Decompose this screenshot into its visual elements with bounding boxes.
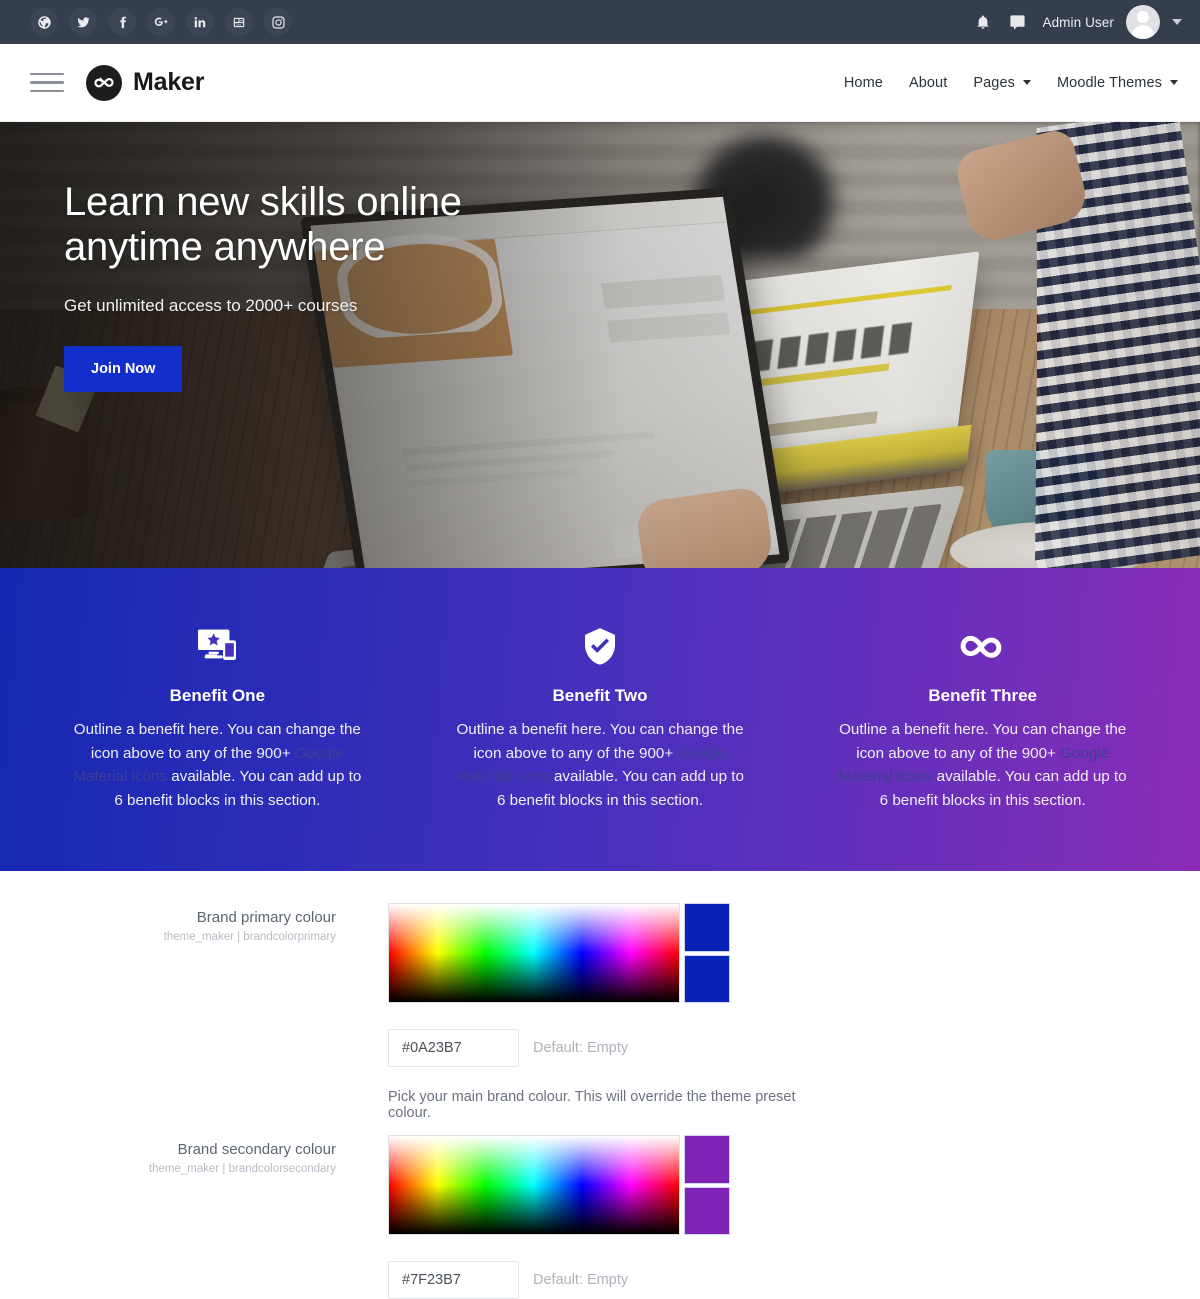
chat-bubble-icon[interactable] — [1000, 5, 1034, 39]
benefit-title: Benefit Three — [928, 686, 1037, 705]
colour-hex-row: Default: Empty — [388, 1029, 802, 1067]
benefit-title: Benefit One — [169, 686, 266, 705]
chevron-down-icon — [1022, 80, 1031, 85]
setting-sublabel: theme_maker | brandcolorsecondary — [148, 1163, 336, 1175]
nav-link-label: Moodle Themes — [1056, 74, 1162, 91]
globe-icon[interactable] — [30, 8, 58, 36]
brand-primary-colour-input[interactable] — [388, 1029, 519, 1067]
setting-label: Brand secondary colour — [177, 1141, 336, 1158]
benefit-text: Outline a benefit here. You can change t… — [833, 718, 1133, 812]
setting-help-text: Pick your main brand colour. This will o… — [388, 1089, 796, 1121]
selected-colour-swatch[interactable] — [684, 954, 730, 1003]
setting-label-col: Brand primary colour theme_maker | brand… — [0, 903, 362, 943]
main-navbar: Maker Home About Pages Moodle Themes — [0, 44, 1200, 122]
join-now-button[interactable]: Join Now — [64, 345, 183, 392]
hero-content: Learn new skills online anytime anywhere… — [0, 122, 1200, 392]
instagram-icon[interactable] — [264, 8, 292, 36]
nav-link-about[interactable]: About — [909, 75, 947, 91]
user-name-label: Admin User — [1042, 14, 1114, 30]
benefit-block-two: Benefit Two Outline a benefit here. You … — [409, 624, 792, 812]
setting-row-brand-secondary-colour: Brand secondary colour theme_maker | bra… — [0, 1121, 1200, 1299]
benefit-title: Benefit Two — [552, 686, 648, 705]
hero-section: Learn new skills online anytime anywhere… — [0, 122, 1200, 568]
bell-icon[interactable] — [966, 5, 1000, 39]
nav-link-home[interactable]: Home — [844, 75, 883, 91]
linkedin-icon[interactable] — [186, 8, 214, 36]
nav-link-pages[interactable]: Pages — [973, 75, 1031, 91]
setting-sublabel: theme_maker | brandcolorprimary — [163, 931, 336, 943]
benefit-block-three: Benefit Three Outline a benefit here. Yo… — [791, 624, 1174, 812]
theme-settings-form: Brand primary colour theme_maker | brand… — [0, 871, 1200, 1299]
chevron-down-icon — [1170, 80, 1178, 85]
google-plus-icon[interactable] — [147, 8, 175, 36]
default-value-label: Default: Empty — [533, 1040, 629, 1056]
selected-colour-swatch[interactable] — [684, 1186, 730, 1235]
setting-label: Brand primary colour — [196, 909, 336, 926]
facebook-icon[interactable] — [108, 8, 136, 36]
nav-link-label: About — [908, 74, 948, 91]
nav-link-label: Pages — [973, 74, 1015, 91]
current-colour-swatch[interactable] — [684, 903, 730, 952]
chevron-down-icon[interactable] — [1172, 19, 1182, 25]
colour-picker-swatches — [684, 903, 730, 1003]
benefit-text: Outline a benefit here. You can change t… — [67, 718, 367, 812]
svg-text:Tube: Tube — [236, 22, 242, 26]
colour-picker[interactable] — [388, 1135, 802, 1235]
benefit-block-one: Benefit One Outline a benefit here. You … — [26, 624, 409, 812]
benefit-text: Outline a benefit here. You can change t… — [450, 718, 750, 812]
twitter-icon[interactable] — [69, 8, 97, 36]
youtube-icon[interactable]: Tube — [225, 8, 253, 36]
nav-link-moodle-themes[interactable]: Moodle Themes — [1057, 75, 1178, 91]
hero-title: Learn new skills online anytime anywhere — [64, 180, 462, 269]
infinity-icon — [86, 64, 122, 101]
brand-name: Maker — [133, 68, 205, 96]
nav-link-label: Home — [843, 74, 883, 91]
hamburger-menu-icon[interactable] — [30, 72, 64, 93]
setting-field-col: Default: Empty Pick your main brand colo… — [362, 903, 802, 1121]
all-inclusive-infinity-icon — [809, 624, 1156, 668]
top-utility-bar: Tube Admin User — [0, 0, 1200, 44]
verified-user-shield-icon — [427, 624, 774, 668]
nav-links: Home About Pages Moodle Themes — [844, 75, 1178, 91]
colour-picker-swatches — [684, 1135, 730, 1235]
setting-row-brand-primary-colour: Brand primary colour theme_maker | brand… — [0, 895, 1200, 1121]
default-value-label: Default: Empty — [533, 1272, 629, 1288]
current-colour-swatch[interactable] — [684, 1135, 730, 1184]
brand-logo[interactable]: Maker — [86, 64, 205, 101]
social-links: Tube — [30, 8, 292, 36]
important-devices-icon — [44, 624, 391, 668]
setting-field-col: Default: Empty — [362, 1135, 802, 1299]
colour-hex-row: Default: Empty — [388, 1261, 802, 1299]
colour-picker-gradient[interactable] — [388, 1135, 680, 1235]
benefits-section: Benefit One Outline a benefit here. You … — [0, 568, 1200, 871]
colour-picker-gradient[interactable] — [388, 903, 680, 1003]
topbar-user-area: Admin User — [966, 5, 1182, 39]
hero-subtitle: Get unlimited access to 2000+ courses — [64, 295, 358, 315]
brand-secondary-colour-input[interactable] — [388, 1261, 519, 1299]
colour-picker[interactable] — [388, 903, 802, 1003]
setting-label-col: Brand secondary colour theme_maker | bra… — [0, 1135, 362, 1175]
avatar[interactable] — [1126, 5, 1160, 39]
